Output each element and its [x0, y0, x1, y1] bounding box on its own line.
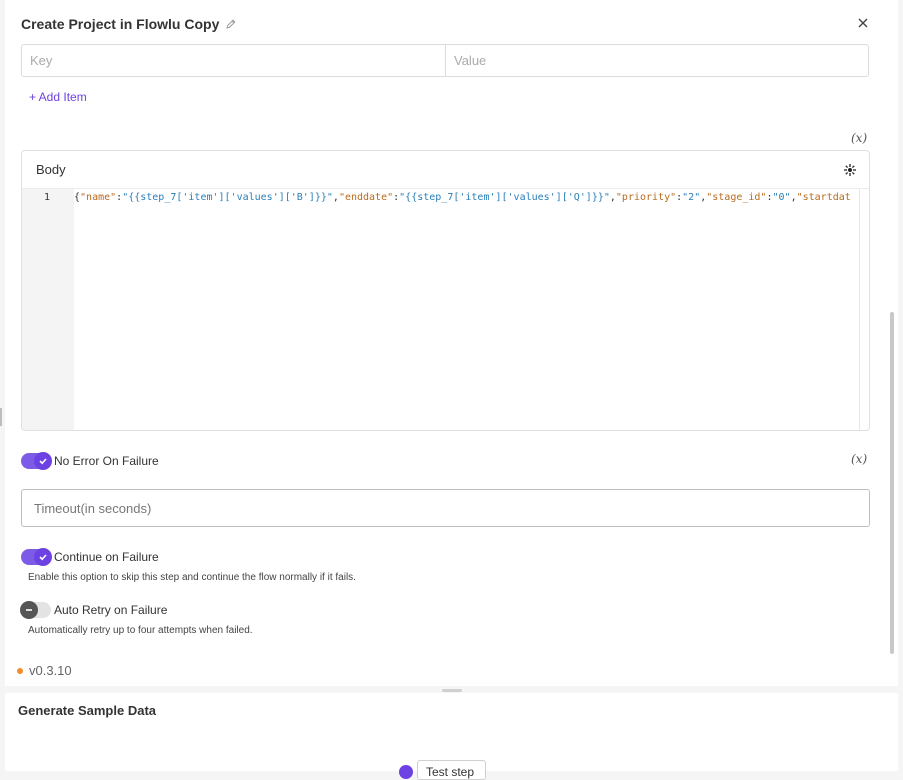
body-editor: Body 1 {"name":"{{step_7['item']['values…	[21, 150, 870, 431]
body-label: Body	[36, 162, 66, 177]
headers-table: Key Value	[21, 44, 869, 77]
auto-retry-label: Auto Retry on Failure	[54, 603, 168, 617]
test-step-icon	[399, 765, 413, 779]
magic-wand-icon[interactable]	[843, 163, 857, 177]
check-icon	[34, 452, 52, 470]
code-token: "priority"	[615, 192, 677, 203]
close-icon[interactable]	[856, 16, 870, 30]
code-token: "0"	[772, 192, 791, 203]
editor-scrollbar[interactable]	[859, 189, 869, 430]
dynamic-value-toggle[interactable]: (x)	[851, 131, 867, 145]
continue-on-failure-help: Enable this option to skip this step and…	[28, 572, 356, 583]
code-token: "{{step_7['item']['values']['B']}}"	[122, 192, 333, 203]
dynamic-value-toggle[interactable]: (x)	[851, 452, 867, 466]
version-text: v0.3.10	[29, 663, 72, 678]
auto-retry-help: Automatically retry up to four attempts …	[28, 625, 253, 636]
check-icon	[34, 548, 52, 566]
no-error-on-failure-label: No Error On Failure	[54, 454, 159, 468]
continue-on-failure-toggle[interactable]	[21, 548, 52, 566]
code-token: "2"	[682, 192, 701, 203]
key-input[interactable]: Key	[22, 45, 446, 76]
split-drag-handle[interactable]	[442, 689, 462, 692]
resize-handle[interactable]	[0, 408, 2, 426]
pencil-icon[interactable]	[225, 18, 237, 30]
editor-gutter	[22, 189, 74, 430]
no-error-on-failure-toggle[interactable]	[21, 452, 52, 470]
status-dot-icon	[17, 667, 23, 674]
continue-on-failure-label: Continue on Failure	[54, 550, 159, 564]
code-line[interactable]: {"name":"{{step_7['item']['values']['B']…	[74, 191, 858, 205]
minus-icon	[20, 601, 38, 619]
code-token: "{{step_7['item']['values']['Q']}}"	[399, 192, 610, 203]
auto-retry-toggle[interactable]	[20, 601, 51, 619]
version-indicator: v0.3.10	[17, 663, 72, 678]
code-token: "name"	[80, 192, 117, 203]
code-token: "startdat	[796, 192, 851, 203]
sample-data-title: Generate Sample Data	[18, 703, 157, 718]
panel-scrollbar[interactable]	[890, 312, 894, 654]
step-title-row: Create Project in Flowlu Copy	[21, 14, 237, 34]
add-item-button[interactable]: + Add Item	[29, 90, 87, 104]
step-title: Create Project in Flowlu Copy	[21, 16, 220, 32]
code-token: "enddate"	[338, 192, 394, 203]
code-token: "stage_id"	[706, 192, 767, 203]
timeout-input[interactable]: Timeout(in seconds)	[21, 489, 870, 527]
sample-data-section: Generate Sample Data Test step	[5, 693, 898, 780]
test-step-button[interactable]: Test step	[417, 760, 486, 780]
line-number: 1	[44, 192, 51, 203]
value-input[interactable]: Value	[446, 45, 868, 76]
